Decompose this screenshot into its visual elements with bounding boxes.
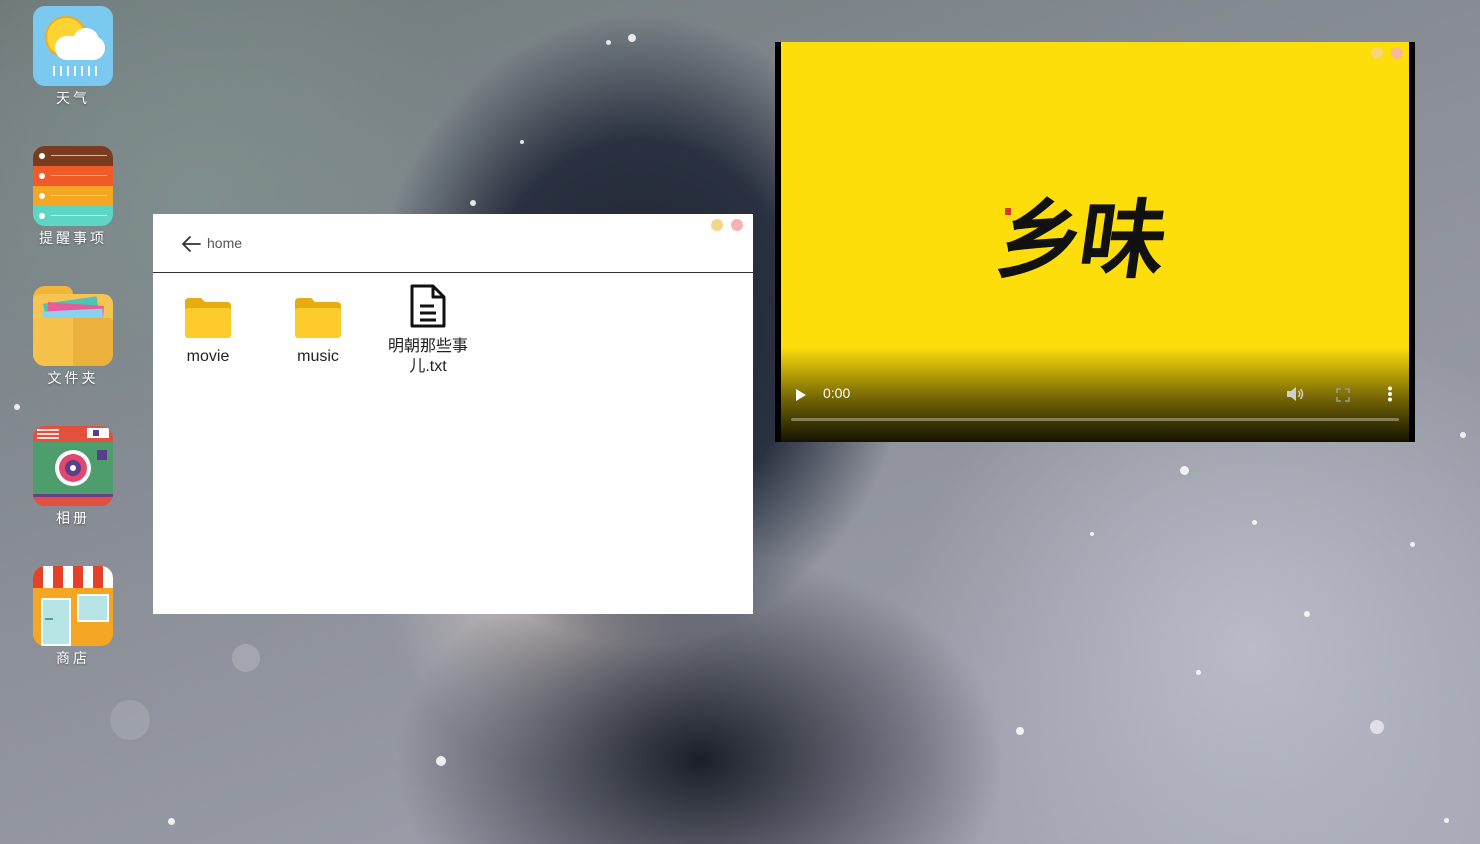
file-name: movie — [186, 348, 230, 365]
video-progress-track[interactable] — [791, 418, 1399, 421]
weather-icon — [33, 6, 113, 86]
store-icon — [33, 566, 113, 646]
volume-icon[interactable] — [1286, 386, 1304, 402]
file-item-movie[interactable]: movie — [163, 284, 253, 367]
video-current-time: 0:00 — [823, 385, 851, 401]
desktop-icon-label: 提醒事项 — [39, 231, 107, 247]
breadcrumb: home — [207, 235, 243, 251]
minimize-button[interactable] — [1371, 47, 1383, 59]
desktop-icon-label: 商店 — [56, 651, 90, 667]
desktop-icon-label: 天气 — [56, 91, 90, 107]
close-button[interactable] — [1391, 47, 1403, 59]
reminders-icon — [33, 146, 113, 226]
desktop-icon-album[interactable]: 相册 — [33, 426, 113, 528]
file-manager-window: home movie music 明朝那些事儿.txt — [153, 214, 753, 614]
text-file-icon — [410, 284, 446, 328]
back-arrow-icon[interactable] — [181, 235, 201, 253]
file-item-music[interactable]: music — [273, 284, 363, 367]
desktop-icon-label: 相册 — [56, 511, 90, 527]
file-manager-header: home — [153, 214, 753, 273]
folder-icon — [33, 286, 113, 366]
seal-stamp — [1005, 208, 1011, 215]
desktop-icon-reminders[interactable]: 提醒事项 — [33, 146, 113, 248]
file-name: 明朝那些事儿.txt — [387, 338, 468, 375]
fullscreen-icon[interactable] — [1336, 388, 1350, 402]
desktop-icon-folder[interactable]: 文件夹 — [33, 286, 113, 388]
file-name: music — [297, 348, 339, 365]
video-controls — [775, 347, 1415, 442]
file-item-txt[interactable]: 明朝那些事儿.txt — [383, 284, 473, 377]
desktop-icon-label: 文件夹 — [47, 371, 99, 387]
desktop-icon-store[interactable]: 商店 — [33, 566, 113, 668]
camera-icon — [33, 426, 113, 506]
desktop-icon-weather[interactable]: 天气 — [33, 6, 113, 108]
more-options-icon[interactable] — [1387, 386, 1393, 402]
video-title-art: 乡味 — [990, 190, 1169, 291]
folder-icon — [295, 298, 341, 338]
folder-icon — [185, 298, 231, 338]
play-icon[interactable] — [795, 388, 807, 402]
video-player-window: 乡味 0:00 — [775, 42, 1415, 442]
